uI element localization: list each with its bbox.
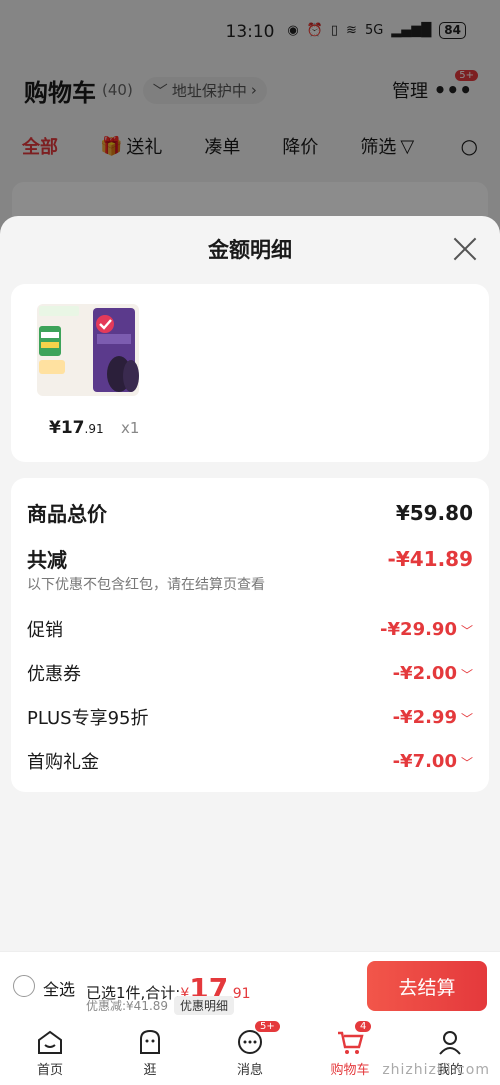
discount-detail-button[interactable]: 优惠明细 — [174, 996, 235, 1015]
user-icon — [439, 1030, 461, 1055]
discount-text: 优惠减:¥41.89 — [86, 999, 169, 1013]
tab-home[interactable]: 首页 — [0, 1019, 100, 1085]
product-price-dec: .91 — [84, 422, 104, 436]
chevron-down-icon: ﹀ — [460, 667, 473, 682]
first-buy-value: -¥7.00 — [392, 750, 457, 772]
reduce-note: 以下优惠不包含红包，请在结算页查看 — [27, 577, 265, 593]
promo-row[interactable]: 促销 -¥29.90 ﹀ — [27, 616, 473, 642]
coupon-value: -¥2.00 — [392, 662, 457, 684]
first-buy-label: 首购礼金 — [27, 752, 99, 773]
cart-badge: 4 — [355, 1021, 372, 1032]
product-price-int: ¥17 — [49, 418, 85, 438]
first-buy-row[interactable]: 首购礼金 -¥7.00 ﹀ — [27, 748, 473, 774]
plus-label: PLUS专享95折 — [27, 708, 149, 729]
tab-home-label: 首页 — [36, 1062, 63, 1078]
plus-row[interactable]: PLUS专享95折 -¥2.99 ﹀ — [27, 704, 473, 730]
total-row: 商品总价 ¥59.80 — [27, 498, 473, 527]
home-icon — [38, 1030, 62, 1054]
reduce-value: -¥41.89 — [387, 546, 473, 571]
select-all-label[interactable]: 全选 — [43, 976, 75, 1000]
watermark: zhizhizhi.com — [382, 1062, 490, 1078]
chevron-down-icon: ﹀ — [460, 711, 473, 726]
product-card: ¥17.91 x1 — [11, 284, 489, 462]
chevron-down-icon: ﹀ — [460, 755, 473, 770]
amount-detail-sheet: 金额明细 ¥17.91 x1 商品总价 ¥59.80 共减 -¥41.89 以下… — [0, 216, 500, 951]
tab-browse-label: 逛 — [143, 1062, 157, 1078]
reduce-label: 共减 — [27, 548, 67, 572]
price-detail-card: 商品总价 ¥59.80 共减 -¥41.89 以下优惠不包含红包，请在结算页查看… — [11, 478, 489, 792]
chevron-down-icon: ﹀ — [460, 623, 473, 638]
total-label: 商品总价 — [27, 502, 107, 526]
tab-messages[interactable]: 消息 5+ — [200, 1019, 300, 1085]
sheet-title: 金额明细 — [208, 238, 292, 262]
messages-badge: 5+ — [255, 1021, 280, 1032]
tab-browse[interactable]: 逛 — [100, 1019, 200, 1085]
close-icon[interactable] — [452, 236, 478, 262]
tab-messages-label: 消息 — [236, 1062, 263, 1078]
reduce-row: 共减 -¥41.89 — [27, 544, 473, 573]
plus-value: -¥2.99 — [392, 706, 457, 728]
promo-label: 促销 — [27, 620, 63, 641]
select-all-radio[interactable] — [13, 975, 35, 997]
discount-line: 优惠减:¥41.89 优惠明细 — [86, 996, 235, 1015]
mascot-icon — [140, 1029, 160, 1054]
coupon-row[interactable]: 优惠券 -¥2.00 ﹀ — [27, 660, 473, 686]
tab-cart-label: 购物车 — [330, 1062, 370, 1078]
checkout-button[interactable]: 去结算 — [367, 961, 487, 1011]
coupon-label: 优惠券 — [27, 664, 81, 685]
product-image[interactable] — [37, 304, 139, 396]
sheet-header: 金额明细 — [0, 216, 500, 282]
product-quantity: x1 — [121, 419, 140, 437]
promo-value: -¥29.90 — [380, 618, 457, 640]
checkout-bar: 全选 已选1件,合计: ¥ 17 .91 优惠减:¥41.89 优惠明细 去结算 — [0, 951, 500, 1019]
product-price: ¥17.91 — [49, 418, 104, 438]
total-value: ¥59.80 — [395, 500, 473, 525]
